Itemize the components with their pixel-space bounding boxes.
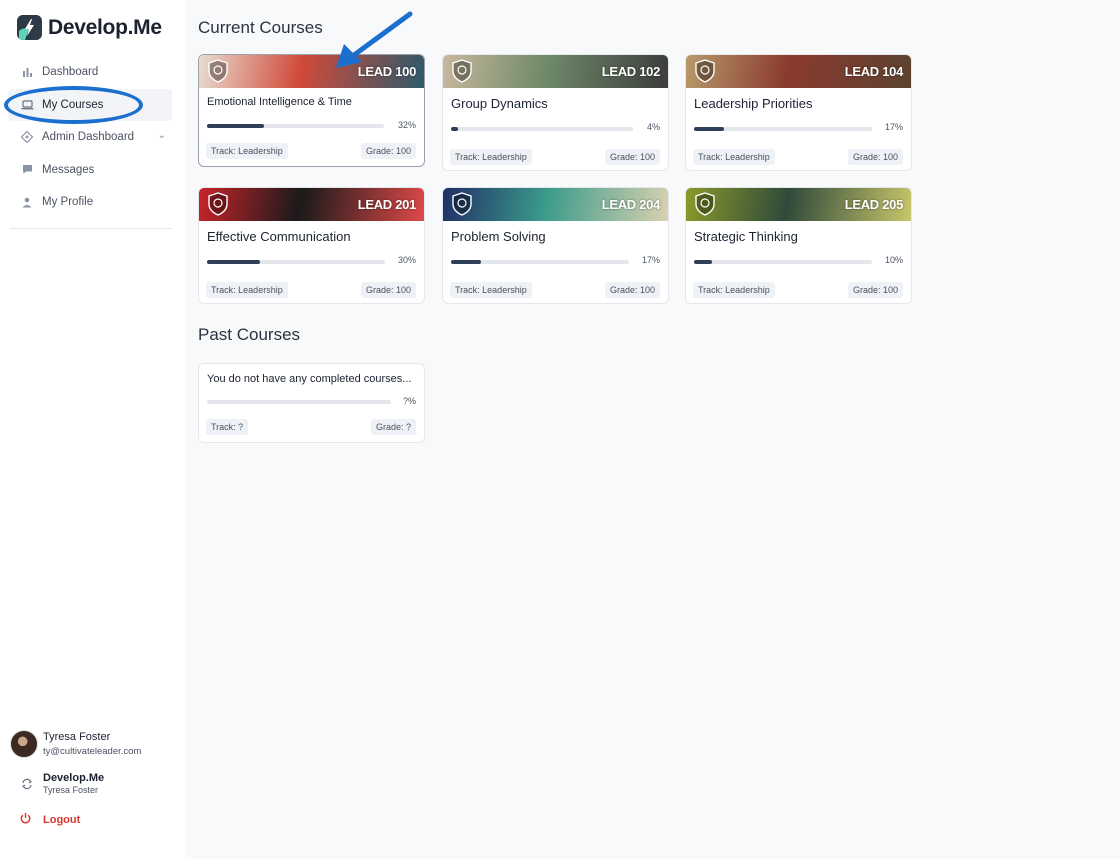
sidebar-item-admin-dashboard[interactable]: Admin Dashboard ⌄ [8, 121, 172, 153]
switch-icon [20, 777, 34, 791]
org-user: Tyresa Foster [43, 785, 99, 795]
progress-bar [207, 400, 391, 404]
avatar [10, 730, 38, 758]
progress-percent: ?% [402, 396, 416, 406]
course-title: Effective Communication [207, 229, 351, 244]
progress-bar [694, 127, 872, 131]
progress-fill [451, 127, 459, 131]
progress-fill [207, 124, 264, 128]
sidebar-nav: Dashboard My Courses Admin Dashboard ⌄ M… [8, 56, 172, 219]
annotation-arrow [336, 11, 413, 68]
chevron-down-icon[interactable]: ⌄ [158, 130, 166, 141]
sidebar-item-my-profile[interactable]: My Profile [8, 186, 172, 218]
course-code: LEAD 205 [844, 197, 904, 212]
progress-bar [207, 260, 385, 264]
progress-bar [451, 127, 633, 131]
progress-bar [451, 260, 629, 264]
track-chip: Track: Leadership [206, 282, 288, 298]
course-title: Group Dynamics [451, 96, 548, 111]
track-chip: Track: Leadership [693, 149, 775, 165]
shield-badge-icon [695, 59, 715, 83]
sidebar-item-messages[interactable]: Messages [8, 154, 172, 186]
sidebar-item-label: Admin Dashboard [42, 131, 135, 144]
empty-course-card[interactable]: You do not have any completed courses...… [198, 363, 425, 443]
progress-fill [451, 260, 482, 264]
grade-chip: Grade: 100 [847, 149, 903, 165]
shield-badge-icon [208, 192, 228, 216]
progress-fill [207, 260, 261, 264]
grade-chip: Grade: ? [370, 419, 416, 435]
course-code: LEAD 104 [844, 64, 904, 79]
course-banner: LEAD 204 [443, 188, 668, 221]
progress-percent: 10% [884, 255, 903, 265]
track-chip: Track: ? [206, 419, 249, 435]
track-chip: Track: Leadership [693, 282, 775, 298]
org-switcher[interactable]: Develop.Me Tyresa Foster [20, 772, 104, 795]
course-banner: LEAD 205 [686, 188, 911, 221]
progress-percent: 17% [641, 255, 660, 265]
past-courses-title: Past Courses [198, 325, 301, 344]
course-card[interactable]: LEAD 201 Effective Communication 30% Tra… [198, 187, 425, 304]
course-card[interactable]: LEAD 204 Problem Solving 17% Track: Lead… [442, 187, 669, 304]
shield-badge-icon [452, 59, 472, 83]
power-icon [20, 812, 34, 827]
course-card[interactable]: LEAD 102 Group Dynamics 4% Track: Leader… [442, 54, 669, 171]
progress-percent: 30% [397, 255, 416, 265]
empty-course-message: You do not have any completed courses... [207, 373, 412, 385]
highlight-ellipse [4, 86, 143, 124]
progress-bar [694, 260, 872, 264]
course-banner: LEAD 201 [199, 188, 424, 221]
shield-badge-icon [695, 192, 715, 216]
progress-percent: 4% [646, 122, 660, 132]
course-title: Strategic Thinking [694, 229, 798, 244]
course-code: LEAD 102 [601, 64, 661, 79]
current-courses-title: Current Courses [198, 18, 323, 37]
sidebar: Develop.Me Dashboard My Courses Admin Da… [0, 0, 185, 859]
user-icon [20, 195, 34, 209]
sidebar-divider [10, 228, 172, 229]
shield-badge-icon [452, 192, 472, 216]
user-name: Tyresa Foster [43, 731, 111, 743]
org-name: Develop.Me [43, 772, 105, 784]
sidebar-item-label: Messages [42, 163, 95, 176]
track-chip: Track: Leadership [450, 282, 532, 298]
lightning-logo-icon [17, 15, 42, 40]
user-profile[interactable]: Tyresa Foster ty@cultivateleader.com [10, 730, 141, 758]
grade-chip: Grade: 100 [847, 282, 903, 298]
app-logo[interactable]: Develop.Me [17, 15, 162, 40]
app-name: Develop.Me [48, 15, 162, 39]
progress-fill [694, 127, 725, 131]
track-chip: Track: Leadership [450, 149, 532, 165]
grade-chip: Grade: 100 [604, 149, 660, 165]
progress-percent: 32% [397, 120, 416, 130]
course-card[interactable]: LEAD 104 Leadership Priorities 17% Track… [685, 54, 912, 171]
logout-button[interactable]: Logout [20, 812, 80, 827]
diamond-nav-icon [20, 130, 34, 144]
progress-fill [694, 260, 712, 264]
shield-badge-icon [208, 59, 228, 83]
bar-chart-icon [20, 65, 34, 79]
grade-chip: Grade: 100 [604, 282, 660, 298]
sidebar-item-label: Dashboard [42, 66, 99, 78]
user-email: ty@cultivateleader.com [43, 746, 142, 757]
course-code: LEAD 201 [357, 197, 417, 212]
course-title: Emotional Intelligence & Time [207, 96, 352, 108]
grade-chip: Grade: 100 [360, 282, 416, 298]
sidebar-item-label: My Profile [42, 196, 94, 209]
grade-chip: Grade: 100 [360, 143, 416, 159]
progress-percent: 17% [884, 122, 903, 132]
progress-bar [207, 124, 384, 128]
track-chip: Track: Leadership [206, 143, 288, 159]
course-banner: LEAD 104 [686, 55, 911, 88]
chat-icon [20, 163, 34, 177]
course-card[interactable]: LEAD 205 Strategic Thinking 10% Track: L… [685, 187, 912, 304]
logout-label: Logout [43, 813, 81, 826]
course-title: Leadership Priorities [694, 96, 813, 111]
course-code: LEAD 204 [601, 197, 661, 212]
course-title: Problem Solving [451, 229, 546, 244]
course-banner: LEAD 102 [443, 55, 668, 88]
sidebar-item-dashboard[interactable]: Dashboard [8, 56, 172, 88]
